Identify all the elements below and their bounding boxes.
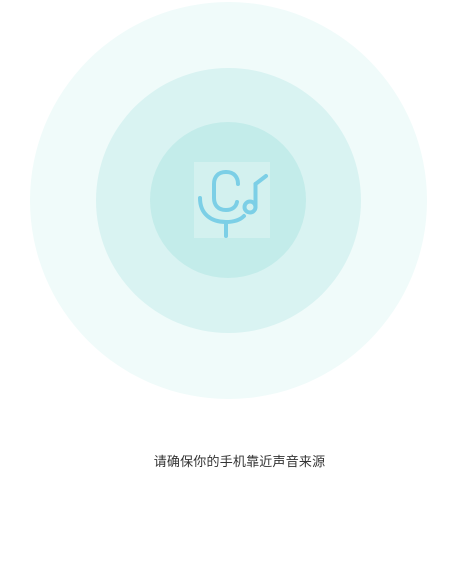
microphone-music-note-icon bbox=[194, 162, 270, 238]
hint-text: 请确保你的手机靠近声音来源 bbox=[153, 455, 326, 470]
